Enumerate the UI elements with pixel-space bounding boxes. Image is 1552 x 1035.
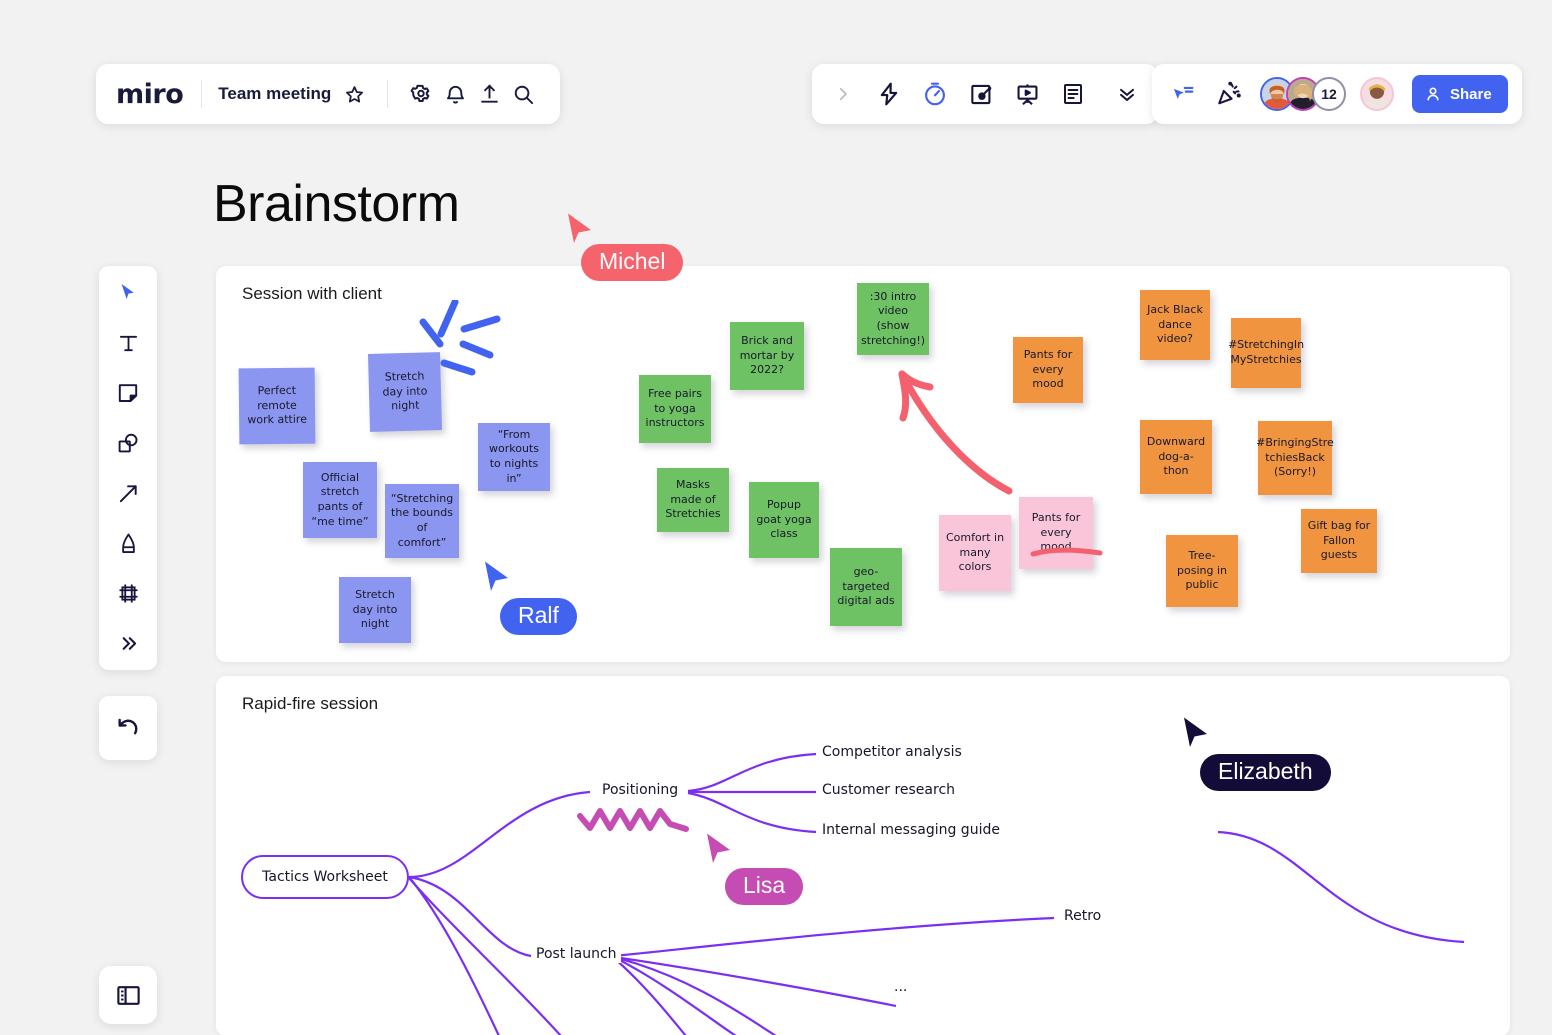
sticky-note[interactable]: Gift bag for Fallon guests: [1301, 509, 1377, 573]
frame-icon[interactable]: [109, 576, 147, 610]
mindmap-root-node[interactable]: Tactics Worksheet: [241, 855, 409, 899]
mindmap-node[interactable]: Internal messaging guide: [818, 821, 1004, 839]
top-right-toolbar: 12 Share: [1152, 64, 1522, 124]
cursor-label: Lisa: [725, 868, 804, 906]
mindmap-node[interactable]: Retro: [1060, 907, 1106, 925]
sticky-note[interactable]: Masks made of Stretchies: [657, 468, 729, 532]
cursor-icon[interactable]: [109, 276, 147, 310]
sticky-note[interactable]: geo-targeted digital ads: [830, 548, 902, 626]
panel-toggle-button[interactable]: [99, 966, 157, 1024]
mindmap-node[interactable]: Post launch: [532, 945, 621, 963]
sticky-note[interactable]: #BringingStre tchiesBack (Sorry!): [1256, 421, 1334, 495]
left-tool-palette: [99, 266, 157, 670]
timer-icon[interactable]: [918, 77, 952, 111]
undo-panel: [99, 696, 157, 760]
sticky-note[interactable]: Tree-posing in public: [1166, 535, 1238, 607]
notes-icon[interactable]: [1056, 77, 1090, 111]
collaborator-avatars[interactable]: 12: [1260, 77, 1394, 111]
frame-label: Rapid-fire session: [242, 694, 379, 713]
party-popper-icon[interactable]: [1212, 77, 1246, 111]
sticky-note[interactable]: Downward dog-a-thon: [1140, 420, 1212, 494]
mindmap-node[interactable]: Competitor analysis: [818, 743, 966, 761]
sticky-note[interactable]: Pants for every mood: [1019, 497, 1093, 569]
frame-label: Session with client: [242, 284, 382, 303]
board-title[interactable]: Team meeting: [218, 84, 331, 104]
upload-icon[interactable]: [472, 77, 506, 111]
divider: [201, 80, 203, 108]
sticky-note[interactable]: #StretchingIn MyStretchies: [1228, 318, 1304, 388]
miro-board-screen: miro Team meeting 12 Share Brainstorm Se…: [0, 0, 1552, 1035]
sticky-note[interactable]: Pants for every mood: [1013, 337, 1083, 403]
voting-icon[interactable]: [964, 77, 998, 111]
sidebar-panel-icon[interactable]: [111, 978, 145, 1012]
gear-icon[interactable]: [404, 77, 438, 111]
chevron-right-icon[interactable]: [826, 77, 860, 111]
avatar-overflow-count[interactable]: 12: [1312, 77, 1346, 111]
lightning-icon[interactable]: [872, 77, 906, 111]
sticky-note[interactable]: :30 intro video (show stretching!): [857, 283, 929, 355]
cursor-share-icon[interactable]: [1166, 77, 1200, 111]
sticky-note-icon[interactable]: [109, 376, 147, 410]
divider-2: [387, 80, 389, 108]
mindmap-node[interactable]: Customer research: [818, 781, 960, 799]
shapes-icon[interactable]: [109, 426, 147, 460]
bell-icon[interactable]: [438, 77, 472, 111]
share-button[interactable]: Share: [1412, 75, 1508, 113]
frame-rapid-fire-session[interactable]: Rapid-fire session: [216, 676, 1510, 1035]
sticky-note[interactable]: Popup goat yoga class: [749, 482, 819, 558]
sticky-note[interactable]: Perfect remote work attire: [238, 367, 316, 445]
top-center-toolbar: [812, 64, 1158, 124]
sticky-note[interactable]: Brick and mortar by 2022?: [730, 322, 804, 390]
mindmap-node[interactable]: ...: [890, 978, 912, 996]
pen-icon[interactable]: [109, 526, 147, 560]
mindmap-node[interactable]: Positioning: [598, 781, 683, 799]
cursor-label: Ralf: [500, 598, 577, 636]
share-label: Share: [1450, 85, 1492, 103]
sticky-note[interactable]: Free pairs to yoga instructors: [639, 375, 711, 443]
sticky-note[interactable]: Jack Black dance video?: [1140, 290, 1210, 360]
avatar-self[interactable]: [1360, 77, 1394, 111]
top-left-toolbar: miro Team meeting: [96, 64, 561, 124]
arrow-icon[interactable]: [109, 476, 147, 510]
chevron-double-right-icon[interactable]: [109, 626, 147, 660]
miro-logo[interactable]: miro: [116, 79, 201, 110]
avatar-overflow-label: 12: [1321, 86, 1337, 102]
sticky-note[interactable]: Stretch day into night: [367, 352, 443, 432]
sticky-note[interactable]: Official stretch pants of “me time”: [303, 462, 377, 538]
chevron-double-down-icon[interactable]: [1110, 77, 1144, 111]
sticky-note[interactable]: Stretch day into night: [339, 577, 411, 643]
sticky-note[interactable]: “Stretching the bounds of comfort”: [385, 484, 459, 558]
sticky-note[interactable]: Comfort in many colors: [939, 515, 1011, 591]
cursor-label: Michel: [581, 244, 684, 282]
star-icon[interactable]: [337, 77, 371, 111]
sticky-note[interactable]: “From workouts to nights in”: [478, 423, 550, 491]
search-icon[interactable]: [506, 77, 540, 111]
text-icon[interactable]: [109, 326, 147, 360]
undo-icon[interactable]: [111, 711, 145, 745]
presentation-icon[interactable]: [1010, 77, 1044, 111]
page-title: Brainstorm: [213, 175, 460, 233]
cursor-label: Elizabeth: [1200, 754, 1331, 792]
